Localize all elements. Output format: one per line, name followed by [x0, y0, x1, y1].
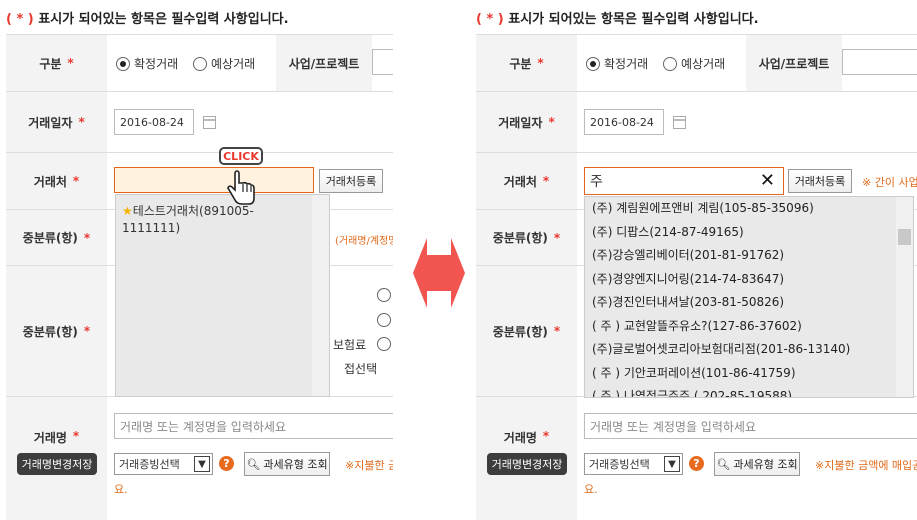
label-project: 사업/프로젝트 [276, 35, 372, 91]
label-category2: 중분류(항) * [6, 266, 107, 396]
client-option[interactable]: (주) 디팝스(214-87-49165) [585, 221, 897, 245]
tax-type-button[interactable]: 🔍︎ 과세유형 조회 [714, 452, 800, 476]
chevron-down-icon: ▼ [194, 456, 210, 472]
client-option[interactable]: (주)글로벌어셋코리아보험대리점(201-86-13140) [585, 338, 897, 362]
row-type: 구분 * 확정거래 예상거래 사업/프로젝트 [6, 34, 393, 91]
dropdown-scrollbar[interactable] [312, 195, 329, 396]
project-input[interactable] [372, 49, 393, 75]
star-icon: ★ [122, 204, 133, 218]
close-icon[interactable]: ✕ [760, 170, 775, 191]
required-notice: ( * ) 표시가 되어있는 항목은 필수입력 사항입니다. [476, 8, 759, 27]
date-input[interactable]: 2016-08-24 [114, 109, 194, 135]
right-form-panel: ( * ) 표시가 되어있는 항목은 필수입력 사항입니다. 구분 * 확정거래 … [470, 0, 917, 520]
radio-expected[interactable]: 예상거래 [193, 55, 255, 72]
hand-cursor-icon [227, 170, 255, 205]
save-deal-name-button[interactable]: 거래명변경저장 [487, 453, 567, 475]
label-date: 거래일자 * [6, 92, 107, 152]
note-tail: 요. [114, 483, 128, 496]
radio-confirmed[interactable]: 확정거래 [586, 55, 648, 72]
radio-circle[interactable] [377, 313, 391, 327]
label-category2: 중분류(항) * [476, 266, 577, 396]
double-arrow-icon [413, 238, 465, 308]
radio-expected[interactable]: 예상거래 [663, 55, 725, 72]
radio-circle-checked[interactable] [586, 56, 600, 71]
client-option[interactable]: ( 주 ) 교현알뜰주유소?(127-86-37602) [585, 315, 897, 339]
deal-name-input[interactable]: 거래명 또는 계정명을 입력하세요 [114, 413, 393, 439]
client-search-input[interactable] [114, 167, 314, 193]
client-register-button[interactable]: 거래처등록 [788, 169, 852, 193]
label-project: 사업/프로젝트 [746, 35, 842, 91]
label-category: 중분류(항) * [476, 210, 577, 265]
calendar-icon[interactable] [673, 116, 686, 129]
note-tail: 요. [584, 483, 598, 496]
calendar-icon[interactable] [203, 116, 216, 129]
question-icon[interactable]: ? [219, 456, 234, 471]
label-type: 구분 * [476, 35, 577, 91]
required-notice: ( * ) 표시가 되어있는 항목은 필수입력 사항입니다. [6, 8, 289, 27]
tax-type-button[interactable]: 🔍︎ 과세유형 조회 [244, 452, 330, 476]
required-notice-text: 표시가 되어있는 항목은 필수입력 사항입니다. [38, 12, 289, 27]
required-notice-text: 표시가 되어있는 항목은 필수입력 사항입니다. [508, 12, 759, 27]
evidence-select[interactable]: 거래증빙선택 ▼ [584, 453, 683, 475]
client-option[interactable]: (주)경양엔지니어링(214-74-83647) [585, 268, 897, 292]
client-option[interactable]: (주) 계림원에프앤비 계림(105-85-35096) [585, 197, 897, 221]
radio-circle[interactable] [663, 56, 677, 71]
client-option[interactable]: (주)강승엘리베이터(201-81-91762) [585, 244, 897, 268]
client-option[interactable]: ( 주 ) 나염적금주주 ( 202-85-19588) [585, 385, 897, 397]
client-option[interactable]: (주)경진인터내셔날(203-81-50826) [585, 291, 897, 315]
date-input[interactable]: 2016-08-24 [584, 109, 664, 135]
radio-circle[interactable] [377, 288, 391, 302]
radio-circle[interactable] [377, 337, 391, 351]
radio-circle[interactable] [193, 56, 207, 71]
click-callout: CLICK [219, 147, 263, 165]
required-notice-mark: ( * ) [6, 12, 34, 27]
note: ※지불한 금액에 매입공제 [815, 459, 917, 472]
left-form-panel: ( * ) 표시가 되어있는 항목은 필수입력 사항입니다. 구분 * 확정거래 … [0, 0, 393, 520]
client-option[interactable]: ★테스트거래처(891005-1111111) [116, 195, 307, 237]
deal-name-input[interactable]: 거래명 또는 계정명을 입력하세요 [584, 413, 917, 439]
row-type: 구분 * 확정거래 예상거래 사업/프로젝트 [476, 34, 917, 91]
label-category: 중분류(항) * [6, 210, 107, 265]
magnifier-icon: 🔍︎ [246, 457, 261, 471]
save-deal-name-button[interactable]: 거래명변경저장 [17, 453, 97, 475]
label-client: 거래처 * [476, 153, 577, 209]
behind-text-select: 접선택 [344, 362, 378, 376]
row-deal-name: 거래명 * 거래명변경저장 거래명 또는 계정명을 입력하세요 거래증빙선택 ▼ ?… [476, 396, 917, 520]
magnifier-icon: 🔍︎ [716, 457, 731, 471]
scrollbar-thumb[interactable] [898, 229, 911, 245]
label-date: 거래일자 * [476, 92, 577, 152]
evidence-select[interactable]: 거래증빙선택 ▼ [114, 453, 213, 475]
client-register-button[interactable]: 거래처등록 [319, 169, 383, 193]
category-hint: (거래명/계정명 [335, 236, 393, 247]
client-search-input[interactable]: 주 ✕ [584, 167, 784, 195]
client-option[interactable]: ( 주 ) 기안코퍼레이션(101-86-41759) [585, 362, 897, 386]
label-client: 거래처 * [6, 153, 107, 209]
simple-business-hint: ※ 간이 사업 [862, 176, 917, 189]
radio-circle-checked[interactable] [116, 56, 130, 71]
row-date: 거래일자 * 2016-08-24 [476, 91, 917, 152]
client-dropdown-list: ★테스트거래처(891005-1111111) [115, 194, 330, 397]
behind-text-insurance: 보험료 [333, 338, 367, 352]
project-input[interactable] [842, 49, 917, 75]
required-notice-mark: ( * ) [476, 12, 504, 27]
label-type: 구분 * [6, 35, 107, 91]
question-icon[interactable]: ? [689, 456, 704, 471]
dropdown-scrollbar[interactable] [896, 197, 913, 397]
client-dropdown-list: (주) 계림원에프앤비 계림(105-85-35096) (주) 디팝스(214-… [584, 196, 914, 398]
note: ※지불한 금 [345, 459, 393, 472]
chevron-down-icon: ▼ [664, 456, 680, 472]
row-date: 거래일자 * 2016-08-24 [6, 91, 393, 152]
radio-confirmed[interactable]: 확정거래 [116, 55, 178, 72]
row-deal-name: 거래명 * 거래명변경저장 거래명 또는 계정명을 입력하세요 거래증빙선택 ▼ ?… [6, 396, 393, 520]
